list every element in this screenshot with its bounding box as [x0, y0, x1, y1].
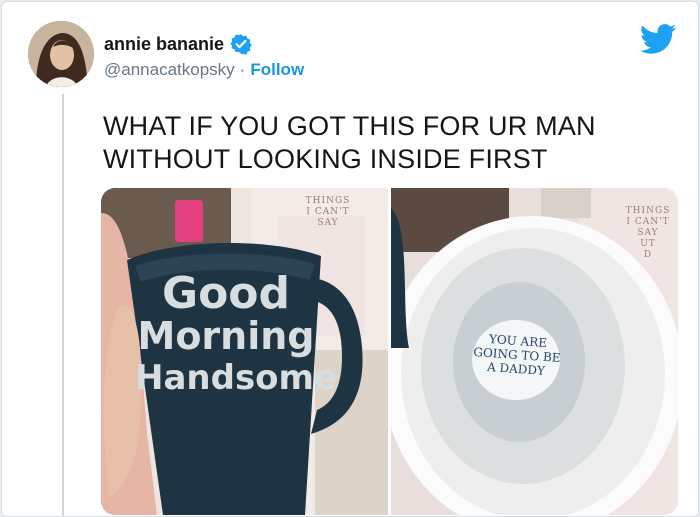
mug-slogan-morning: Morning: [136, 314, 316, 358]
tweet-text: WHAT IF YOU GOT THIS FOR UR MAN WITHOUT …: [103, 110, 663, 176]
mug-slogan-line-3: Handsome: [135, 358, 338, 398]
handle-separator: ·: [239, 60, 246, 79]
mug-slogan: Good: [141, 268, 311, 319]
avatar[interactable]: [28, 21, 94, 87]
box-text-left-line-2: I CAN'T: [306, 207, 350, 217]
verified-badge-icon: [230, 34, 252, 55]
tweet-text-line-2: WITHOUT LOOKING INSIDE FIRST: [103, 144, 548, 174]
twitter-bird-icon[interactable]: [640, 24, 676, 54]
handle-row: @annacatkopsky · Follow: [104, 60, 304, 80]
box-text-right-line-2: I CAN'T: [626, 217, 670, 227]
box-text-right-line-3: SAY: [637, 228, 659, 238]
box-text-right: THINGS I CAN'T SAY UT D: [619, 206, 677, 261]
mug-slogan-handsome: Handsome: [135, 358, 338, 398]
tweet-media: THINGS I CAN'T SAY Good Morning Handsome: [101, 188, 678, 515]
author-handle[interactable]: @annacatkopsky: [104, 60, 235, 80]
author-row: annie bananie: [104, 33, 252, 55]
box-text-left-line-3: SAY: [317, 218, 339, 228]
box-text-left-line-1: THINGS: [305, 196, 351, 206]
box-text-left: THINGS I CAN'T SAY: [298, 196, 358, 229]
mug-slogan-line-1: Good: [161, 268, 291, 319]
box-text-right-line-1: THINGS: [625, 206, 671, 216]
thread-line: [62, 94, 64, 516]
box-text-right-line-4: UT: [640, 239, 656, 249]
tweet-card: annie bananie @annacatkopsky · Follow WH…: [1, 1, 699, 517]
tweet-text-line-1: WHAT IF YOU GOT THIS FOR UR MAN: [103, 111, 596, 141]
mug-slogan-line-2: Morning: [137, 314, 315, 358]
mug-inside-photo[interactable]: THINGS I CAN'T SAY UT D YOU ARE GOING TO…: [391, 188, 678, 515]
mug-outside-photo[interactable]: THINGS I CAN'T SAY Good Morning Handsome: [101, 188, 388, 515]
author-name[interactable]: annie bananie: [104, 34, 224, 55]
follow-button[interactable]: Follow: [250, 60, 304, 80]
mug-inside-message: YOU ARE GOING TO BE A DADDY: [471, 331, 564, 379]
box-text-right-line-5: D: [643, 250, 653, 260]
